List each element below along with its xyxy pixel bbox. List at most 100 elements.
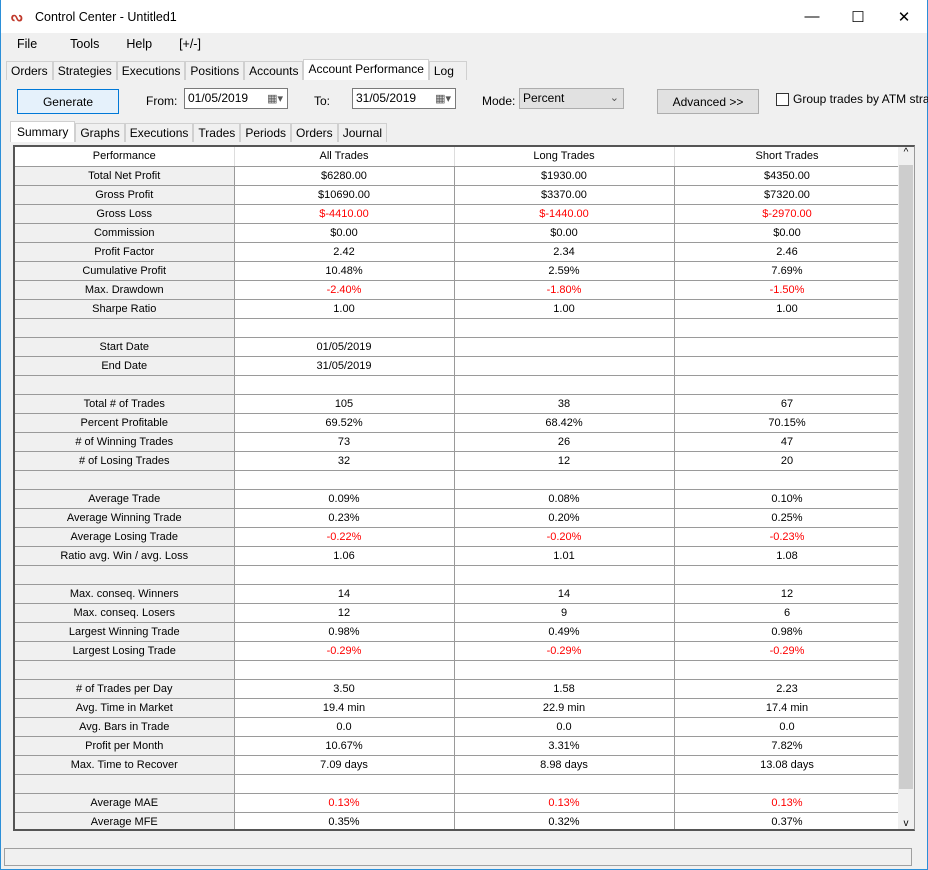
subtab-summary[interactable]: Summary [10, 121, 76, 142]
column-header[interactable]: All Trades [234, 147, 455, 167]
cell-value [454, 356, 675, 376]
to-date-picker[interactable]: 31/05/2019 ▦▾ [352, 88, 456, 109]
table-row: Average MFE 0.35% 0.32% 0.37% [15, 812, 901, 829]
table-row: Cumulative Profit 10.48% 2.59% 7.69% [15, 261, 901, 281]
table-row: Largest Winning Trade 0.98% 0.49% 0.98% [15, 622, 901, 642]
column-header[interactable]: Long Trades [454, 147, 675, 167]
cell-value: 0.25% [674, 508, 901, 528]
table-row: Profit Factor 2.42 2.34 2.46 [15, 242, 901, 262]
cell-value: 14 [454, 584, 675, 604]
table-row: Max. conseq. Winners 14 14 12 [15, 584, 901, 604]
tab-accounts[interactable]: Accounts [244, 61, 304, 80]
subtab-graphs[interactable]: Graphs [75, 123, 125, 142]
from-date-picker[interactable]: 01/05/2019 ▦▾ [184, 88, 288, 109]
table-row: Largest Losing Trade -0.29% -0.29% -0.29% [15, 641, 901, 661]
cell-value: $6280.00 [234, 166, 455, 186]
cell-value: 22.9 min [454, 698, 675, 718]
scroll-down-icon[interactable]: v [898, 818, 914, 829]
table-row [15, 318, 901, 338]
cell-value [234, 318, 455, 338]
menu-toggle[interactable]: [+/-] [171, 37, 209, 51]
row-label: Commission [15, 223, 235, 243]
cell-value: 67 [674, 394, 901, 414]
cell-value: -0.23% [674, 527, 901, 547]
row-label: Average Winning Trade [15, 508, 235, 528]
row-label [15, 565, 235, 585]
cell-value: 9 [454, 603, 675, 623]
scroll-up-icon[interactable]: ^ [898, 147, 914, 163]
row-label: Average MFE [15, 812, 235, 829]
cell-value: 12 [234, 603, 455, 623]
table-row [15, 565, 901, 585]
close-button[interactable]: ✕ [881, 0, 927, 33]
table-row: Max. conseq. Losers 12 9 6 [15, 603, 901, 623]
column-header[interactable]: Performance [15, 147, 235, 167]
table-row: Percent Profitable 69.52% 68.42% 70.15% [15, 413, 901, 433]
row-label: # of Winning Trades [15, 432, 235, 452]
cell-value: 0.13% [454, 793, 675, 813]
cell-value: -0.29% [454, 641, 675, 661]
advanced-button[interactable]: Advanced >> [657, 89, 759, 114]
cell-value: $0.00 [454, 223, 675, 243]
row-label: Avg. Bars in Trade [15, 717, 235, 737]
tab-positions[interactable]: Positions [185, 61, 245, 80]
title-bar: ᔓ Control Center - Untitled1 — ☐ ✕ [1, 0, 927, 33]
row-label: End Date [15, 356, 235, 376]
mode-select[interactable]: Percent ⌄ [519, 88, 624, 109]
subtab-journal[interactable]: Journal [337, 123, 388, 142]
menu-file[interactable]: File [9, 37, 45, 51]
table-row: Avg. Bars in Trade 0.0 0.0 0.0 [15, 717, 901, 737]
cell-value: 10.67% [234, 736, 455, 756]
table-row: Commission $0.00 $0.00 $0.00 [15, 223, 901, 243]
calendar-dropdown-icon[interactable]: ▦▾ [267, 92, 283, 105]
to-date-value: 31/05/2019 [356, 91, 417, 105]
cell-value: -1.50% [674, 280, 901, 300]
app-logo-icon: ᔓ [11, 8, 23, 24]
subtab-orders[interactable]: Orders [291, 123, 338, 142]
calendar-dropdown-icon[interactable]: ▦▾ [435, 92, 451, 105]
subtab-trades[interactable]: Trades [193, 123, 241, 142]
to-label: To: [314, 94, 331, 108]
row-label: # of Trades per Day [15, 679, 235, 699]
maximize-button[interactable]: ☐ [835, 0, 881, 33]
table-row: Max. Drawdown -2.40% -1.80% -1.50% [15, 280, 901, 300]
cell-value: 6 [674, 603, 901, 623]
column-header[interactable]: Short Trades [674, 147, 901, 167]
cell-value [234, 774, 455, 794]
cell-value [454, 470, 675, 490]
tab-executions[interactable]: Executions [116, 61, 186, 80]
table-row: Average Trade 0.09% 0.08% 0.10% [15, 489, 901, 509]
group-trades-checkbox[interactable] [776, 93, 789, 106]
tab-strategies[interactable]: Strategies [52, 61, 117, 80]
scroll-thumb[interactable] [899, 165, 913, 789]
table-row: # of Winning Trades 73 26 47 [15, 432, 901, 452]
vertical-scrollbar[interactable]: ^ v [898, 147, 914, 829]
cell-value: $-4410.00 [234, 204, 455, 224]
cell-value: 0.08% [454, 489, 675, 509]
row-label: Largest Winning Trade [15, 622, 235, 642]
sub-tabs: Summary Graphs Executions Trades Periods… [10, 121, 388, 142]
cell-value: $0.00 [234, 223, 455, 243]
row-label: Avg. Time in Market [15, 698, 235, 718]
row-label: Ratio avg. Win / avg. Loss [15, 546, 235, 566]
tab-account-performance[interactable]: Account Performance [303, 59, 429, 80]
generate-button[interactable]: Generate [17, 89, 119, 114]
cell-value [454, 565, 675, 585]
cell-value: 2.34 [454, 242, 675, 262]
table-row: # of Trades per Day 3.50 1.58 2.23 [15, 679, 901, 699]
menu-help[interactable]: Help [118, 37, 160, 51]
row-label: Profit Factor [15, 242, 235, 262]
cell-value [674, 356, 901, 376]
table-row: Average MAE 0.13% 0.13% 0.13% [15, 793, 901, 813]
subtab-executions[interactable]: Executions [124, 123, 194, 142]
row-label: Start Date [15, 337, 235, 357]
cell-value: 0.0 [234, 717, 455, 737]
row-label: Gross Loss [15, 204, 235, 224]
tab-orders[interactable]: Orders [6, 61, 53, 80]
minimize-button[interactable]: — [789, 0, 835, 33]
menu-tools[interactable]: Tools [62, 37, 107, 51]
subtab-periods[interactable]: Periods [240, 123, 291, 142]
cell-value: 7.82% [674, 736, 901, 756]
tab-log[interactable]: Log [428, 61, 467, 80]
cell-value: 01/05/2019 [234, 337, 455, 357]
